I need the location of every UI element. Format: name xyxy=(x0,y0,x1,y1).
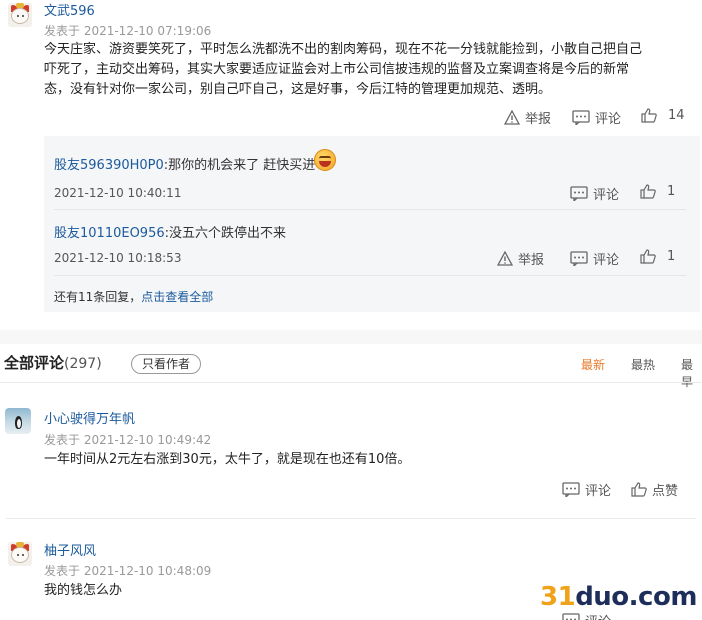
reply-author[interactable]: 股友596390H0P0 xyxy=(54,158,164,173)
chat-icon xyxy=(562,482,580,497)
all-comments-title: 全部评论(297) xyxy=(4,354,102,372)
reply-item: 股友596390H0P0:那你的机会来了 赶快买进 xyxy=(54,154,315,173)
chat-icon xyxy=(572,110,590,125)
comment-text-line: 吓死了，主动交出筹码，其实大家要适应证监会对上市公司信披违规的监督及立案调查将是… xyxy=(44,62,630,77)
comment-label: 评论 xyxy=(593,253,620,268)
warning-icon xyxy=(504,110,520,125)
reply-item: 股友10110EO956:没五六个跌停出不来 xyxy=(54,222,286,241)
report-label: 举报 xyxy=(525,112,552,127)
comment-text-line: 今天庄家、游资要笑死了，平时怎么洗都洗不出的割肉筹码，现在不花一分钱就能捡到，小… xyxy=(44,42,643,57)
like-count: 1 xyxy=(667,249,676,264)
sort-oldest-tab[interactable]: 最早 xyxy=(681,356,702,390)
thumbs-up-icon xyxy=(631,482,647,497)
comment-text: 我的钱怎么办 xyxy=(44,583,123,598)
comment-count: (297) xyxy=(64,356,102,372)
avatar[interactable] xyxy=(5,408,31,434)
warning-icon xyxy=(497,251,513,266)
comment-author[interactable]: 柚子风风 xyxy=(44,540,96,559)
comment-label: 评论 xyxy=(585,611,611,620)
comment-text: 一年时间从2元左右涨到30元，太牛了，就是现在也还有10倍。 xyxy=(44,452,411,467)
avatar[interactable] xyxy=(8,542,32,566)
avatar[interactable] xyxy=(8,3,32,27)
thumbs-up-icon xyxy=(641,108,657,123)
divider xyxy=(54,209,686,210)
comment-button[interactable]: 评论 xyxy=(572,108,621,127)
reply-comment-button[interactable]: 评论 xyxy=(570,249,619,268)
author-only-filter-button[interactable]: 只看作者 xyxy=(131,354,201,374)
like-count: 14 xyxy=(668,108,685,123)
divider xyxy=(6,518,696,519)
thumbs-up-icon xyxy=(640,249,656,264)
comment-author[interactable]: 文武596 xyxy=(44,0,95,19)
chat-icon xyxy=(562,613,580,620)
reply-like-button[interactable]: 1 xyxy=(640,249,675,264)
reply-text: :没五六个跌停出不来 xyxy=(164,226,287,241)
reply-author[interactable]: 股友10110EO956 xyxy=(54,226,165,241)
reply-report-button[interactable]: 举报 xyxy=(497,249,544,268)
reply-comment-button[interactable]: 评论 xyxy=(570,184,619,203)
reply-time: 2021-12-10 10:40:11 xyxy=(54,186,182,200)
sort-hottest-tab[interactable]: 最热 xyxy=(631,356,655,373)
more-replies-count: 还有11条回复， xyxy=(54,290,142,304)
like-count: 1 xyxy=(667,184,676,199)
comment-author[interactable]: 小心驶得万年帆 xyxy=(44,408,135,427)
site-watermark-logo: 31duo.com xyxy=(540,582,697,612)
comment-text-line: 态，没有针对你一家公司，别自己吓自己，这是好事，今后江特的管理更加规范、透明。 xyxy=(44,82,552,97)
comment-button[interactable]: 评论 xyxy=(562,611,611,620)
comment-label: 评论 xyxy=(585,484,612,499)
like-button[interactable]: 14 xyxy=(641,108,685,123)
section-divider xyxy=(0,330,702,344)
chat-icon xyxy=(570,186,588,201)
comment-label: 评论 xyxy=(595,112,622,127)
report-label: 举报 xyxy=(518,253,545,268)
reply-like-button[interactable]: 1 xyxy=(640,184,675,199)
sort-newest-tab[interactable]: 最新 xyxy=(581,356,605,373)
laughing-emoji-icon xyxy=(314,149,336,171)
more-replies: 还有11条回复，点击查看全部 xyxy=(54,288,213,305)
reply-time: 2021-12-10 10:18:53 xyxy=(54,251,182,265)
report-button[interactable]: 举报 xyxy=(504,108,551,127)
comment-time: 发表于 2021-12-10 10:48:09 xyxy=(44,564,212,578)
comment-time: 发表于 2021-12-10 07:19:06 xyxy=(44,24,212,38)
comment-label: 评论 xyxy=(593,188,620,203)
divider xyxy=(54,275,686,276)
comment-time: 发表于 2021-12-10 10:49:42 xyxy=(44,433,212,447)
replies-panel: 股友596390H0P0:那你的机会来了 赶快买进 2021-12-10 10:… xyxy=(44,136,700,312)
comment-button[interactable]: 评论 xyxy=(562,480,611,499)
view-all-replies-link[interactable]: 点击查看全部 xyxy=(141,290,213,304)
divider xyxy=(0,382,702,383)
reply-text: :那你的机会来了 赶快买进 xyxy=(163,158,316,173)
like-button[interactable]: 点赞 xyxy=(631,480,678,499)
chat-icon xyxy=(570,251,588,266)
like-label: 点赞 xyxy=(652,484,679,499)
thumbs-up-icon xyxy=(640,184,656,199)
